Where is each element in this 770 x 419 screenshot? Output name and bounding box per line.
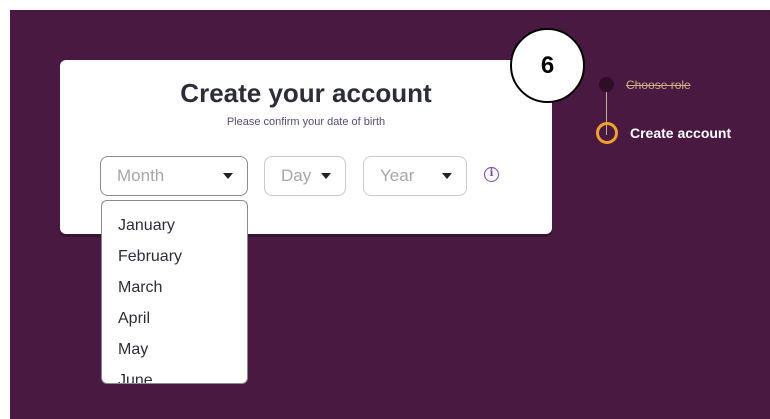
page-title: Create your account — [180, 78, 432, 108]
step-complete-dot — [599, 77, 614, 92]
step-label-choose-role: Choose role — [626, 78, 691, 92]
month-select-value: Month — [117, 166, 165, 185]
month-option[interactable]: March — [102, 272, 247, 303]
day-select-value: Day — [281, 166, 312, 185]
month-option[interactable]: January — [102, 210, 247, 241]
month-option[interactable]: February — [102, 241, 247, 272]
page-background: Create your account Please confirm your … — [10, 10, 770, 419]
month-dropdown-list[interactable]: January February March April May June — [101, 200, 248, 384]
month-option[interactable]: June — [102, 365, 247, 383]
chevron-down-icon — [223, 173, 233, 179]
step-number-badge: 6 — [510, 28, 585, 103]
chevron-down-icon — [321, 173, 331, 179]
day-select[interactable]: Day — [264, 156, 346, 196]
year-select-value: Year — [380, 166, 415, 185]
info-icon[interactable]: i — [484, 167, 499, 182]
month-select[interactable]: Month — [100, 156, 248, 196]
month-option[interactable]: May — [102, 334, 247, 365]
chevron-down-icon — [442, 173, 452, 179]
page-subtitle: Please confirm your date of birth — [226, 116, 386, 128]
month-option[interactable]: April — [102, 303, 247, 334]
step-label-create-account: Create account — [630, 125, 732, 141]
step-active-ring — [596, 122, 618, 144]
year-select[interactable]: Year — [363, 156, 467, 196]
